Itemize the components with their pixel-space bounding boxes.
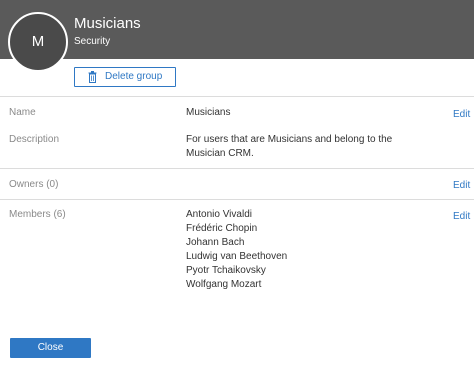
avatar: M	[8, 12, 68, 72]
edit-owners-link[interactable]: Edit	[453, 180, 470, 191]
edit-members-link[interactable]: Edit	[453, 211, 470, 222]
delete-group-label: Delete group	[105, 71, 163, 82]
member-item: Ludwig van Beethoven	[186, 251, 288, 262]
members-list: Antonio Vivaldi Frédéric Chopin Johann B…	[186, 208, 426, 292]
description-value: For users that are Musicians and belong …	[186, 134, 393, 159]
header-bar	[0, 0, 474, 59]
member-item: Antonio Vivaldi	[186, 209, 252, 220]
member-item: Johann Bach	[186, 237, 245, 248]
description-label: Description	[9, 134, 60, 145]
member-item: Frédéric Chopin	[186, 223, 258, 234]
member-item: Pyotr Tchaikovsky	[186, 265, 266, 276]
edit-name-link[interactable]: Edit	[453, 109, 470, 120]
name-label: Name	[9, 107, 36, 118]
page-title: Musicians	[74, 15, 141, 32]
trash-icon	[88, 71, 97, 83]
members-label: Members (6)	[9, 209, 66, 220]
delete-group-button[interactable]: Delete group	[74, 67, 176, 87]
name-value: Musicians	[186, 107, 231, 118]
member-item: Wolfgang Mozart	[186, 279, 262, 290]
divider	[0, 199, 474, 200]
divider	[0, 168, 474, 169]
owners-label: Owners (0)	[9, 179, 59, 190]
divider	[0, 96, 474, 97]
group-type-subtitle: Security	[74, 36, 111, 47]
close-button[interactable]: Close	[10, 338, 91, 358]
